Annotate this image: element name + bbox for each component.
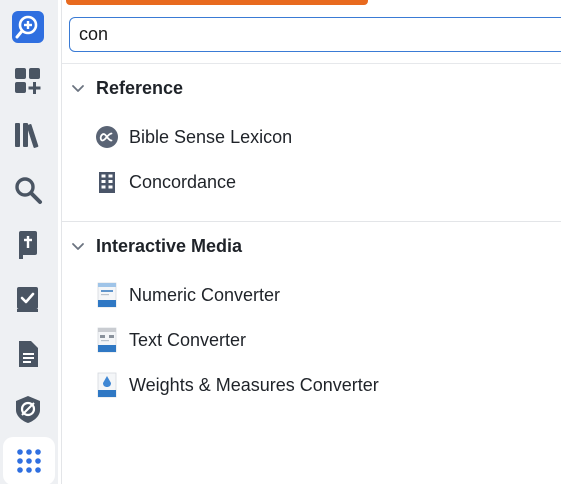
atlas-icon	[16, 396, 40, 423]
chevron-down-icon	[72, 85, 84, 92]
dashboard-add-icon	[15, 68, 41, 94]
weights-measures-icon	[96, 372, 118, 398]
list-item-label: Weights & Measures Converter	[129, 374, 379, 395]
divider	[62, 63, 561, 64]
list-item-label: Numeric Converter	[129, 284, 281, 305]
apps-grid-icon	[17, 449, 41, 473]
list-item-numeric-converter[interactable]: Numeric Converter	[96, 280, 280, 310]
text-converter-icon	[96, 327, 118, 353]
section-title: Interactive Media	[96, 235, 243, 256]
chevron-down-icon	[72, 243, 84, 250]
list-item-weights-measures-converter[interactable]: Weights & Measures Converter	[96, 370, 379, 400]
list-item-concordance[interactable]: Concordance	[96, 167, 236, 197]
checklist-button[interactable]	[8, 279, 48, 319]
accent-bar	[66, 0, 368, 5]
document-icon	[19, 341, 38, 367]
search-plus-icon	[12, 11, 44, 43]
atlas-button[interactable]	[8, 389, 48, 429]
checklist-book-icon	[17, 287, 38, 312]
left-rail	[0, 0, 58, 485]
dashboard-add-button[interactable]	[8, 61, 48, 101]
list-item-text-converter[interactable]: Text Converter	[96, 325, 246, 355]
search-button[interactable]	[8, 170, 48, 210]
divider	[62, 221, 561, 222]
library-icon	[15, 123, 39, 148]
list-item-label: Bible Sense Lexicon	[129, 126, 293, 147]
list-item-bible-sense-lexicon[interactable]: Bible Sense Lexicon	[96, 122, 292, 152]
search-plus-button[interactable]	[8, 7, 48, 47]
bible-button[interactable]	[8, 225, 48, 265]
apps-grid-button[interactable]	[3, 437, 55, 485]
resource-panel: Reference Bible Sense Lexicon Concordanc…	[61, 0, 561, 484]
search-icon	[15, 177, 42, 204]
list-item-label: Text Converter	[129, 329, 247, 350]
section-header-reference[interactable]: Reference	[70, 74, 183, 102]
concordance-icon	[96, 171, 118, 193]
numeric-converter-icon	[96, 282, 118, 308]
search-input[interactable]	[69, 17, 561, 52]
library-button[interactable]	[8, 115, 48, 155]
bible-icon	[19, 231, 37, 259]
document-button[interactable]	[8, 334, 48, 374]
section-title: Reference	[96, 77, 184, 98]
list-item-label: Concordance	[129, 171, 237, 192]
lexicon-icon	[96, 126, 118, 148]
section-header-interactive-media[interactable]: Interactive Media	[70, 232, 242, 260]
